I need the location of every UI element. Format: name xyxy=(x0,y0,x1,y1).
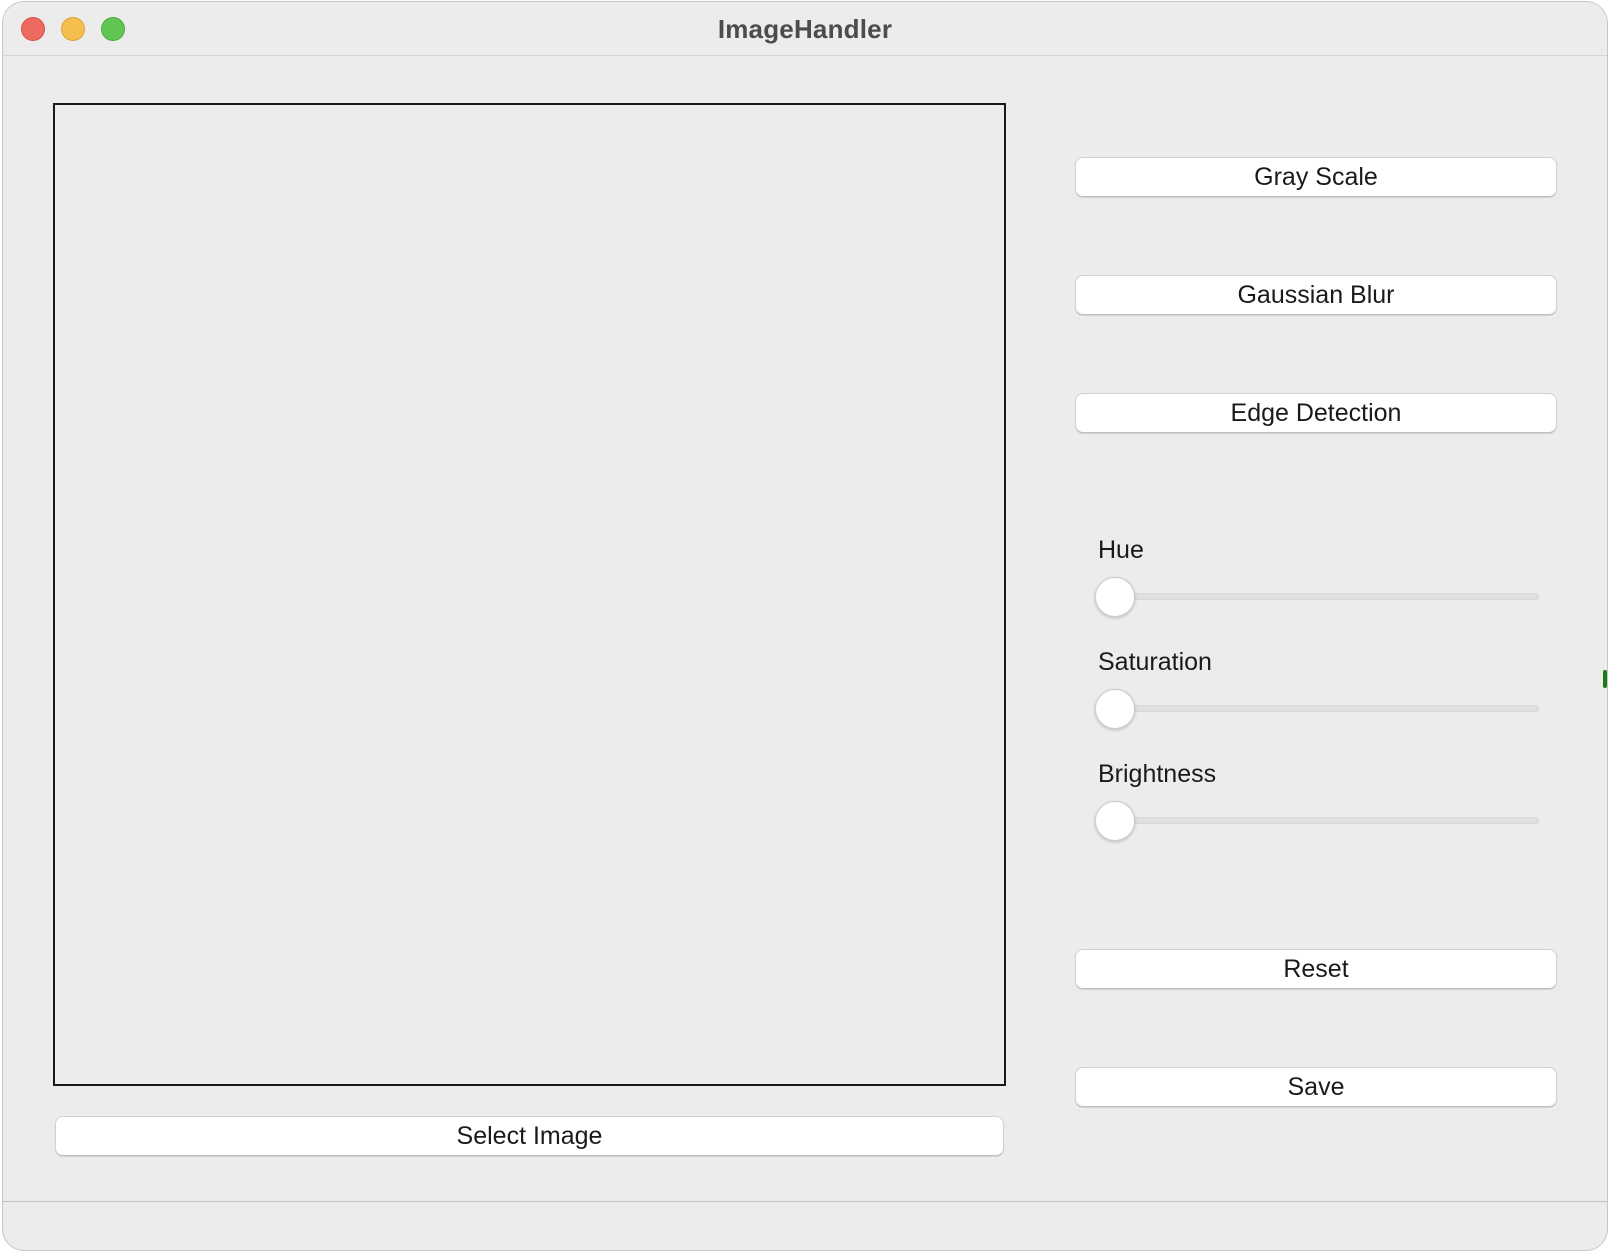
reset-button[interactable]: Reset xyxy=(1075,949,1557,989)
image-preview-area xyxy=(53,103,1006,1086)
app-window: ImageHandler Select Image Gray Scale Gau… xyxy=(2,1,1608,1251)
gray-scale-button[interactable]: Gray Scale xyxy=(1075,157,1557,197)
status-bar-divider xyxy=(3,1201,1607,1202)
edge-detection-button[interactable]: Edge Detection xyxy=(1075,393,1557,433)
hue-label: Hue xyxy=(1098,536,1144,564)
saturation-slider-track[interactable] xyxy=(1105,705,1539,712)
background-window-edge xyxy=(1603,670,1607,688)
select-image-button[interactable]: Select Image xyxy=(55,1116,1004,1156)
gaussian-blur-button[interactable]: Gaussian Blur xyxy=(1075,275,1557,315)
hue-slider-thumb[interactable] xyxy=(1095,577,1135,617)
brightness-slider-track[interactable] xyxy=(1105,817,1539,824)
hue-slider[interactable] xyxy=(1095,577,1539,617)
brightness-slider[interactable] xyxy=(1095,801,1539,841)
window-title: ImageHandler xyxy=(717,14,893,44)
brightness-slider-thumb[interactable] xyxy=(1095,801,1135,841)
saturation-label: Saturation xyxy=(1098,648,1212,676)
saturation-slider[interactable] xyxy=(1095,689,1539,729)
title-bar[interactable]: ImageHandler xyxy=(3,2,1607,56)
save-button[interactable]: Save xyxy=(1075,1067,1557,1107)
hue-slider-track[interactable] xyxy=(1105,593,1539,600)
saturation-slider-thumb[interactable] xyxy=(1095,689,1135,729)
brightness-label: Brightness xyxy=(1098,760,1217,788)
